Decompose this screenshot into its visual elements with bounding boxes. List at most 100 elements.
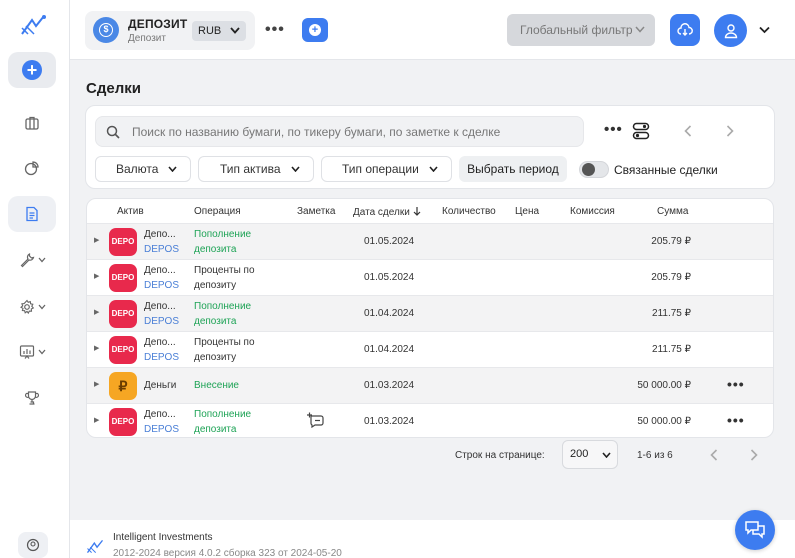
expand-row-icon[interactable]: ▶ (94, 308, 99, 316)
asset-ticker[interactable]: DEPOS (144, 424, 179, 435)
more-options-button[interactable]: ••• (265, 22, 285, 38)
column-header-commission[interactable]: Комиссия (570, 206, 615, 217)
linked-deals-toggle[interactable] (579, 161, 609, 178)
depo-badge: DEPO (109, 264, 137, 292)
column-header-quantity[interactable]: Количество (442, 206, 496, 217)
expand-row-icon[interactable]: ▶ (94, 272, 99, 280)
operation-line1: Пополнение (194, 229, 252, 240)
user-avatar[interactable] (714, 14, 747, 47)
sidebar-item-analytics[interactable] (8, 150, 56, 186)
rows-per-page-select[interactable]: 200 (562, 440, 618, 469)
global-filter-button[interactable]: Глобальный фильтр (507, 14, 655, 46)
table-row[interactable]: ▶ DEPO Депо... DEPOS Проценты по депозит… (87, 259, 773, 295)
column-header-price[interactable]: Цена (515, 206, 539, 217)
deals-table: Актив Операция Заметка Дата сделки Колич… (86, 198, 774, 438)
row-more-button[interactable]: ••• (727, 413, 745, 427)
briefcase-icon (25, 116, 39, 130)
linked-deals-label: Связанные сделки (614, 163, 718, 177)
expand-row-icon[interactable]: ▶ (94, 344, 99, 352)
table-row[interactable]: ▶ DEPO Депо... DEPOS Пополнение депозита… (87, 223, 773, 259)
plus-icon: + (22, 60, 42, 80)
depo-badge: DEPO (109, 228, 137, 256)
portfolio-subtitle: Депозит (128, 33, 166, 44)
asset-name: Депо... (144, 265, 176, 276)
sidebar-item-portfolio[interactable] (8, 105, 56, 141)
deal-sum: 205.79 ₽ (651, 272, 691, 283)
cloud-download-icon (677, 23, 693, 36)
table-row[interactable]: ▶ DEPO Депо... DEPOS Проценты по депозит… (87, 331, 773, 367)
toggles-icon[interactable] (632, 122, 650, 140)
deal-date: 01.04.2024 (364, 308, 415, 319)
table-row[interactable]: ▶ DEPO Депо... DEPOS Пополнение депозита… (87, 403, 773, 437)
currency-value: RUB (198, 25, 222, 37)
deal-date: 01.04.2024 (364, 344, 415, 355)
select-period-button[interactable]: Выбрать период (459, 156, 567, 182)
deal-sum: 211.75 ₽ (652, 344, 691, 355)
sidebar-item-tools[interactable] (8, 242, 56, 278)
currency-select[interactable]: RUB (192, 21, 246, 41)
column-header-sum[interactable]: Сумма (657, 206, 688, 217)
expand-row-icon[interactable]: ▶ (94, 380, 99, 388)
deal-sum: 205.79 ₽ (651, 236, 691, 247)
expand-row-icon[interactable]: ▶ (94, 416, 99, 424)
asset-ticker[interactable]: DEPOS (144, 316, 179, 327)
chevron-right-icon[interactable] (726, 125, 734, 137)
depo-badge: DEPO (109, 336, 137, 364)
user-icon (724, 23, 737, 38)
currency-filter-dropdown[interactable]: Валюта (95, 156, 191, 182)
chevron-left-icon[interactable] (684, 125, 692, 137)
search-box[interactable] (95, 116, 584, 147)
operation-line2: депозиту (194, 352, 237, 363)
operation-type-filter-dropdown[interactable]: Тип операции (321, 156, 452, 182)
operation-line2: депозита (194, 316, 237, 327)
asset-ticker[interactable]: DEPOS (144, 280, 179, 291)
asset-name: Депо... (144, 337, 176, 348)
sidebar-add-button[interactable]: + (8, 52, 56, 88)
rows-per-page-value: 200 (570, 448, 589, 460)
deal-sum: 50 000.00 ₽ (637, 380, 691, 391)
deal-sum: 211.75 ₽ (652, 308, 691, 319)
asset-type-filter-dropdown[interactable]: Тип актива (198, 156, 314, 182)
row-more-button[interactable]: ••• (727, 377, 745, 391)
app-logo-icon[interactable] (20, 14, 46, 36)
asset-ticker[interactable]: DEPOS (144, 244, 179, 255)
chevron-down-icon (38, 349, 45, 355)
sidebar-item-reports[interactable] (8, 334, 56, 370)
operation-type-filter-label: Тип операции (342, 162, 419, 176)
add-portfolio-button[interactable]: + (302, 18, 328, 42)
chat-button[interactable] (735, 510, 775, 550)
cloud-sync-button[interactable] (670, 14, 700, 46)
app-logo-icon (86, 539, 104, 554)
chevron-left-icon[interactable] (710, 449, 718, 461)
chevron-right-icon[interactable] (750, 449, 758, 461)
pie-chart-icon (24, 161, 39, 176)
sidebar-item-settings[interactable] (8, 289, 56, 325)
asset-ticker[interactable]: DEPOS (144, 352, 179, 363)
column-header-note[interactable]: Заметка (297, 206, 335, 217)
global-filter-label: Глобальный фильтр (520, 23, 633, 37)
portfolio-selector[interactable]: $ ДЕПОЗИТ Депозит RUB (85, 11, 255, 50)
table-row[interactable]: ▶ ₽ Деньги Внесение 01.03.2024 50 000.00… (87, 367, 773, 403)
expand-row-icon[interactable]: ▶ (94, 236, 99, 244)
arrow-down-icon (413, 207, 421, 216)
chart-board-icon (19, 345, 34, 359)
table-row[interactable]: ▶ DEPO Депо... DEPOS Пополнение депозита… (87, 295, 773, 331)
column-header-date[interactable]: Дата сделки (353, 206, 421, 218)
pagination-range: 1-6 из 6 (637, 450, 673, 461)
plus-icon: + (309, 24, 321, 36)
filter-more-button[interactable]: ••• (604, 122, 623, 137)
ruble-badge: ₽ (109, 372, 137, 400)
rows-per-page-label: Строк на странице: (455, 450, 545, 461)
sidebar-support-button[interactable] (18, 532, 48, 558)
operation-line1: Проценты по (194, 265, 255, 276)
column-header-operation[interactable]: Операция (194, 206, 241, 217)
search-input[interactable] (132, 117, 572, 146)
sidebar-item-deals[interactable] (8, 196, 56, 232)
chevron-down-icon[interactable] (759, 26, 770, 34)
deal-date: 01.05.2024 (364, 236, 415, 247)
add-note-icon[interactable] (307, 412, 325, 428)
footer-version: 2012-2024 версия 4.0.2 сборка 323 от 202… (113, 548, 342, 558)
sidebar-item-achievements[interactable] (8, 380, 56, 416)
trophy-icon (24, 391, 40, 405)
column-header-asset[interactable]: Актив (117, 206, 144, 217)
